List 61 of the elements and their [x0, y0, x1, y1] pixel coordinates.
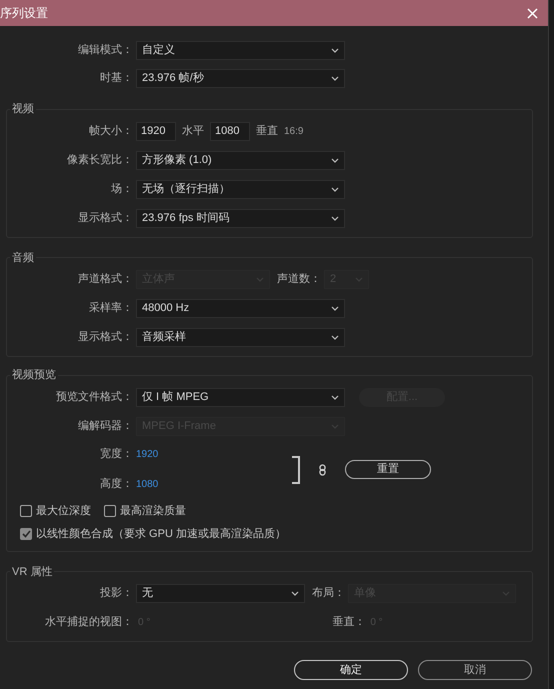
check-icon [22, 530, 30, 538]
section-title: 视频预览 [11, 368, 57, 383]
field-label: 垂直： [332, 614, 366, 630]
field-label: 声道格式： [77, 272, 133, 288]
field-label: 声道数： [277, 272, 321, 288]
checkbox-label[interactable]: 以线性颜色合成（要求 GPU 加速或最高渲染品质） [36, 526, 286, 542]
dropdown[interactable]: 23.976 帧/秒 [136, 69, 345, 88]
link-icon[interactable] [319, 464, 326, 476]
field-label: 编辑模式： [77, 43, 133, 58]
field-label: 像素长宽比： [66, 152, 133, 168]
caret-icon [331, 158, 339, 162]
dimension-value[interactable]: 1920 [136, 447, 158, 462]
window-title: 序列设置 [0, 5, 48, 22]
field-label: 采样率： [88, 300, 133, 316]
section-title: VR 属性 [11, 564, 54, 580]
field-label: 宽度： [99, 446, 133, 462]
field-label: 高度： [99, 476, 133, 492]
ok-button[interactable]: 确定 [294, 660, 408, 680]
dropdown[interactable]: 仅 I 帧 MPEG [136, 388, 345, 406]
caret-icon [291, 591, 299, 596]
field-label: 预览文件格式： [55, 390, 133, 405]
dropdown[interactable]: 方形像素 (1.0) [136, 150, 345, 170]
field-label: 帧大小： [88, 124, 133, 139]
checkbox[interactable] [20, 505, 32, 517]
caret-icon [331, 186, 339, 192]
dropdown[interactable]: 无 [136, 584, 305, 603]
caret-icon [331, 306, 339, 311]
field-label: 显示格式： [77, 210, 133, 226]
field-label: 布局： [312, 586, 345, 602]
checkbox-label[interactable]: 最大位深度 [36, 502, 91, 520]
unit-label: 水平 [181, 124, 205, 139]
caret-icon [331, 216, 339, 220]
checkbox[interactable] [20, 528, 32, 540]
dropdown[interactable]: 23.976 fps 时间码 [136, 208, 345, 228]
caret-icon [331, 76, 339, 81]
dropdown[interactable]: 无场（逐行扫描） [136, 180, 345, 198]
cancel-button[interactable]: 取消 [418, 660, 532, 680]
aspect-ratio-text: 16:9 [284, 124, 304, 138]
bracket-line [292, 456, 300, 484]
field-label: 场： [110, 182, 133, 197]
section-title: 音频 [11, 250, 35, 266]
caret-icon [331, 394, 339, 400]
field-label: 时基： [99, 71, 133, 86]
input-field[interactable]: 1080 [210, 122, 250, 140]
dropdown[interactable]: 自定义 [136, 41, 345, 60]
caret-icon [331, 335, 339, 340]
dropdown[interactable]: 音频采样 [136, 328, 345, 347]
field-label: 水平捕捉的视图： [44, 614, 133, 630]
input-field[interactable]: 1920 [136, 122, 176, 140]
dimension-value[interactable]: 1080 [136, 477, 158, 492]
unit-label: 垂直 [255, 124, 279, 139]
close-icon[interactable] [527, 8, 538, 18]
field-label: 投影： [99, 586, 133, 602]
field-label: 编解码器： [77, 418, 133, 434]
dropdown[interactable]: 48000 Hz [136, 299, 345, 318]
section-title: 视频 [11, 102, 35, 117]
field-label: 显示格式： [77, 330, 133, 346]
caret-icon [331, 48, 339, 53]
reset-button[interactable]: 重置 [345, 460, 431, 479]
checkbox[interactable] [104, 505, 116, 517]
checkbox-label[interactable]: 最高渲染质量 [120, 502, 186, 520]
